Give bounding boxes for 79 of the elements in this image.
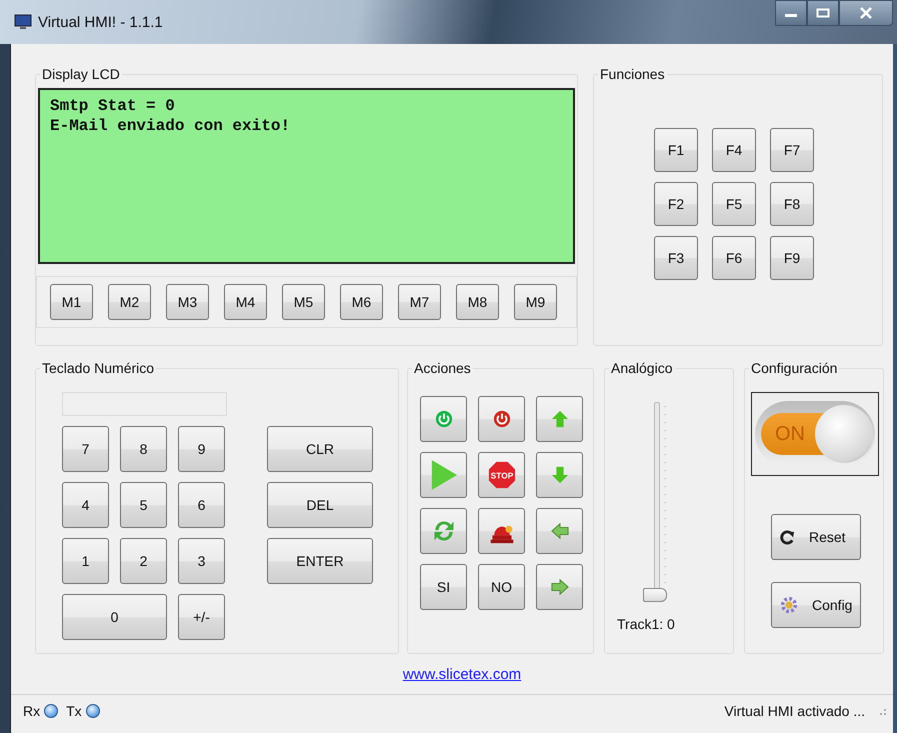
key-button[interactable]: 3	[178, 538, 225, 584]
memory-button[interactable]: M5	[282, 284, 325, 320]
stop-sign-icon: STOP	[488, 461, 516, 489]
action-button[interactable]	[420, 396, 467, 442]
monitor-icon	[14, 14, 32, 30]
close-icon	[859, 7, 873, 19]
rx-label: Rx	[23, 703, 40, 719]
tx-label: Tx	[66, 703, 82, 719]
window-title: Virtual HMI! - 1.1.1	[38, 14, 163, 30]
action-button[interactable]	[536, 396, 583, 442]
action-button[interactable]: SI	[420, 564, 467, 610]
key-button[interactable]: 9	[178, 426, 225, 472]
website-link[interactable]: www.slicetex.com	[402, 666, 522, 682]
action-button[interactable]: NO	[478, 564, 525, 610]
function-button[interactable]: F3	[654, 236, 698, 280]
status-message: Virtual HMI activado ...	[724, 703, 865, 719]
memory-button[interactable]: M7	[398, 284, 441, 320]
left-arrow-icon	[550, 522, 570, 540]
group-title: Acciones	[413, 360, 472, 376]
function-button[interactable]: F7	[770, 128, 814, 172]
rx-indicator-icon	[44, 704, 58, 718]
reload-icon	[780, 530, 795, 544]
close-button[interactable]	[839, 0, 893, 26]
right-arrow-icon	[550, 578, 570, 596]
track-reading: Track1: 0	[617, 616, 676, 632]
config-button[interactable]: Config	[771, 582, 861, 628]
action-button[interactable]	[478, 508, 525, 554]
action-button[interactable]: STOP	[478, 452, 525, 498]
action-button[interactable]	[536, 564, 583, 610]
resize-grip-icon	[877, 706, 887, 716]
key-button[interactable]: 1	[62, 538, 109, 584]
group-title: Configuración	[750, 360, 838, 376]
group-title: Display LCD	[41, 66, 121, 82]
key-button[interactable]: 0	[62, 594, 167, 640]
memory-button[interactable]: M8	[456, 284, 499, 320]
power-icon	[492, 410, 510, 428]
key-button[interactable]: 8	[120, 426, 167, 472]
key-button[interactable]: ENTER	[267, 538, 373, 584]
action-button[interactable]	[420, 452, 467, 498]
function-button[interactable]: F5	[712, 182, 756, 226]
memory-button[interactable]: M3	[166, 284, 209, 320]
group-title: Teclado Numérico	[41, 360, 156, 376]
key-button[interactable]: 6	[178, 482, 225, 528]
key-button[interactable]: 7	[62, 426, 109, 472]
function-button[interactable]: F4	[712, 128, 756, 172]
power-icon	[434, 410, 452, 428]
up-arrow-icon	[550, 410, 568, 428]
maximize-button[interactable]	[807, 0, 839, 26]
play-icon	[430, 459, 458, 491]
lcd-text: Smtp Stat = 0	[50, 96, 176, 116]
action-button[interactable]	[420, 508, 467, 554]
key-button[interactable]: DEL	[267, 482, 373, 528]
maximize-icon	[816, 8, 830, 18]
memory-button[interactable]: M2	[108, 284, 151, 320]
tx-indicator-icon	[86, 704, 100, 718]
key-button[interactable]: 5	[120, 482, 167, 528]
function-button[interactable]: F1	[654, 128, 698, 172]
function-button[interactable]: F6	[712, 236, 756, 280]
key-button[interactable]: +/-	[178, 594, 225, 640]
action-button[interactable]	[536, 508, 583, 554]
action-button[interactable]	[536, 452, 583, 498]
memory-button[interactable]: M4	[224, 284, 267, 320]
group-title: Funciones	[599, 66, 666, 82]
group-title: Analógico	[610, 360, 674, 376]
key-button[interactable]: 4	[62, 482, 109, 528]
memory-button[interactable]: M6	[340, 284, 383, 320]
gear-icon	[780, 596, 798, 614]
action-button[interactable]	[478, 396, 525, 442]
minimize-button[interactable]	[775, 0, 807, 26]
reset-button[interactable]: Reset	[771, 514, 861, 560]
memory-button[interactable]: M1	[50, 284, 93, 320]
lcd-text: E-Mail enviado con exito!	[50, 116, 292, 136]
function-button[interactable]: F9	[770, 236, 814, 280]
down-arrow-icon	[550, 466, 568, 484]
function-button[interactable]: F8	[770, 182, 814, 226]
memory-button[interactable]: M9	[514, 284, 557, 320]
function-button[interactable]: F2	[654, 182, 698, 226]
key-button[interactable]: CLR	[267, 426, 373, 472]
key-button[interactable]: 2	[120, 538, 167, 584]
